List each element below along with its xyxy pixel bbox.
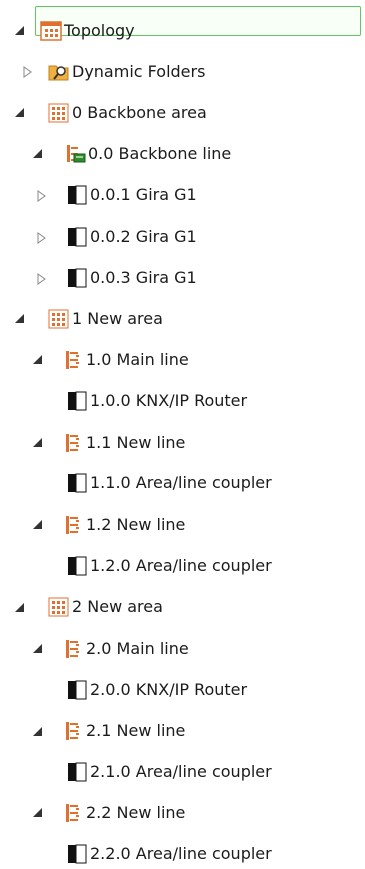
line-icon [62,514,84,536]
tree-node-label: 2.2 New line [86,803,186,822]
tree-node-device-1-2-0[interactable]: 1.2.0 Area/line coupler [66,551,272,581]
tree-node-device-0-0-1[interactable]: 0.0.1 Gira G1 [66,180,197,210]
tree-node-topology[interactable]: Topology [40,16,135,46]
device-icon [66,761,88,783]
tree-node-label: 2.1.0 Area/line coupler [90,762,272,781]
area-icon [48,596,70,618]
tree-node-area-2[interactable]: 2 New area [48,592,163,622]
collapsed-arrow-icon[interactable] [36,273,48,285]
tree-node-line-2-0[interactable]: 2.0 Main line [62,634,189,664]
tree-node-label: 1.0.0 KNX/IP Router [90,391,248,410]
tree-node-label: 2.0 Main line [86,639,189,658]
tree-node-label: 2.2.0 Area/line coupler [90,844,272,863]
tree-node-label: 0.0.3 Gira G1 [90,268,197,287]
tree-node-label: 1.1.0 Area/line coupler [90,473,272,492]
collapsed-arrow-icon[interactable] [22,66,34,78]
device-icon [66,226,88,248]
tree-node-label: 0.0.1 Gira G1 [90,185,197,204]
tree-node-label: 1 New area [72,309,163,328]
expanded-arrow-icon[interactable] [14,602,26,614]
collapsed-arrow-icon[interactable] [36,232,48,244]
tree-node-device-2-0-0[interactable]: 2.0.0 KNX/IP Router [66,675,247,705]
tree-node-device-1-1-0[interactable]: 1.1.0 Area/line coupler [66,468,272,498]
expanded-arrow-icon[interactable] [32,354,44,366]
collapsed-arrow-icon[interactable] [36,190,48,202]
line-icon [62,720,84,742]
line-icon [62,638,84,660]
expanded-arrow-icon[interactable] [14,25,26,37]
tree-node-label: 2 New area [72,597,163,616]
tree-node-label: 1.2.0 Area/line coupler [90,556,272,575]
tree-node-line-0-0[interactable]: 0.0 Backbone line [64,139,231,169]
tree-node-label: 0.0 Backbone line [88,144,232,163]
tree-node-label: 0 Backbone area [72,103,207,122]
tree-node-device-0-0-3[interactable]: 0.0.3 Gira G1 [66,263,197,293]
dynamic-folder-icon [48,61,70,83]
device-icon [66,184,88,206]
device-icon [66,267,88,289]
tree-node-device-1-0-0[interactable]: 1.0.0 KNX/IP Router [66,386,247,416]
line-icon [62,802,84,824]
area-icon [48,308,70,330]
line-icon [62,432,84,454]
topology-tree: Topology Dynamic Folders 0 Backbone area… [0,0,365,866]
tree-node-label: 2.0.0 KNX/IP Router [90,680,248,699]
expanded-arrow-icon[interactable] [32,643,44,655]
expanded-arrow-icon[interactable] [32,519,44,531]
tree-node-line-2-1[interactable]: 2.1 New line [62,716,185,746]
tree-node-area-1[interactable]: 1 New area [48,304,163,334]
tree-node-line-1-1[interactable]: 1.1 New line [62,428,185,458]
tree-node-label: 1.1 New line [86,433,186,452]
expanded-arrow-icon[interactable] [32,148,44,160]
tree-node-label: 2.1 New line [86,721,186,740]
device-icon [66,555,88,577]
backbone-line-icon [64,143,86,165]
expanded-arrow-icon[interactable] [14,313,26,325]
area-icon [48,102,70,124]
expanded-arrow-icon[interactable] [32,726,44,738]
tree-node-label: 0.0.2 Gira G1 [90,227,197,246]
device-icon [66,679,88,701]
tree-node-device-2-2-0[interactable]: 2.2.0 Area/line coupler [66,839,272,869]
tree-node-label: 1.0 Main line [86,350,189,369]
tree-node-label: Topology [64,21,135,40]
expanded-arrow-icon[interactable] [32,437,44,449]
tree-node-dynamic-folders[interactable]: Dynamic Folders [48,57,205,87]
device-icon [66,390,88,412]
device-icon [66,843,88,865]
tree-node-area-0[interactable]: 0 Backbone area [48,98,207,128]
topology-icon [40,20,62,42]
tree-node-line-1-2[interactable]: 1.2 New line [62,510,185,540]
tree-node-label: 1.2 New line [86,515,186,534]
tree-node-device-2-1-0[interactable]: 2.1.0 Area/line coupler [66,757,272,787]
tree-node-line-1-0[interactable]: 1.0 Main line [62,345,189,375]
line-icon [62,349,84,371]
expanded-arrow-icon[interactable] [32,807,44,819]
expanded-arrow-icon[interactable] [14,107,26,119]
tree-node-line-2-2[interactable]: 2.2 New line [62,798,185,828]
device-icon [66,472,88,494]
tree-node-label: Dynamic Folders [72,62,206,81]
tree-node-device-0-0-2[interactable]: 0.0.2 Gira G1 [66,222,197,252]
